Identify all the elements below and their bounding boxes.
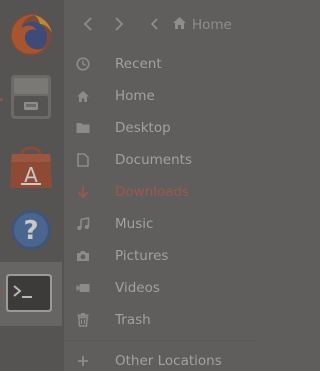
sidebar-item-recent[interactable]: Recent xyxy=(64,49,259,79)
chevron-right-icon xyxy=(114,13,124,34)
sidebar-item-documents[interactable]: Documents xyxy=(64,145,259,175)
dock-item-help[interactable]: ? xyxy=(0,200,64,260)
sidebar-item-label: Downloads xyxy=(115,184,190,200)
chevron-left-icon xyxy=(150,13,159,34)
sidebar-item-videos[interactable]: Videos xyxy=(64,273,259,303)
running-indicator xyxy=(0,98,3,101)
dock-item-terminal[interactable] xyxy=(0,264,64,324)
shopping-bag-icon: A xyxy=(8,142,54,194)
path-home-label: Home xyxy=(192,17,232,33)
sidebar-item-downloads[interactable]: Downloads xyxy=(64,177,259,207)
firefox-icon xyxy=(8,12,54,62)
svg-text:?: ? xyxy=(23,216,38,246)
places-sidebar: Recent Home Desktop Documents Downloads xyxy=(64,48,259,371)
sidebar-item-label: Desktop xyxy=(115,120,171,136)
download-arrow-icon xyxy=(73,182,93,202)
path-scroll-left-button[interactable] xyxy=(144,12,166,36)
sidebar-item-other-locations[interactable]: Other Locations xyxy=(64,346,259,371)
sidebar-item-label: Other Locations xyxy=(115,353,222,369)
dock-item-files[interactable] xyxy=(0,68,64,128)
sidebar-item-label: Home xyxy=(115,88,155,104)
sidebar-item-trash[interactable]: Trash xyxy=(64,305,259,335)
sidebar-item-label: Music xyxy=(115,216,154,232)
sidebar-item-label: Documents xyxy=(115,152,192,168)
plus-icon xyxy=(73,351,93,371)
file-cabinet-icon xyxy=(10,74,52,124)
sidebar-item-music[interactable]: Music xyxy=(64,209,259,239)
sidebar-item-pictures[interactable]: Pictures xyxy=(64,241,259,271)
dock: A ? xyxy=(0,0,64,371)
sidebar-item-label: Pictures xyxy=(115,248,169,264)
dock-item-firefox[interactable] xyxy=(0,4,64,64)
video-camera-icon xyxy=(73,278,93,298)
headerbar: Home xyxy=(64,0,259,48)
back-button[interactable] xyxy=(77,12,99,36)
sidebar-item-desktop[interactable]: Desktop xyxy=(64,113,259,143)
trash-icon xyxy=(73,310,93,330)
camera-icon xyxy=(73,246,93,266)
music-note-icon xyxy=(73,214,93,234)
help-icon: ? xyxy=(10,209,52,255)
running-indicator xyxy=(0,291,3,294)
sidebar-item-home[interactable]: Home xyxy=(64,81,259,111)
sidebar-separator xyxy=(64,340,259,341)
chevron-left-icon xyxy=(83,13,93,34)
sidebar-item-label: Videos xyxy=(115,280,160,296)
screen: A ? Home Recent Home Desktop Documents D… xyxy=(0,0,259,371)
path-bar-home-button[interactable]: Home xyxy=(172,12,232,38)
folder-icon xyxy=(73,118,93,138)
sidebar-item-label: Recent xyxy=(115,56,162,72)
terminal-icon xyxy=(6,274,52,316)
sidebar-item-label: Trash xyxy=(115,312,151,328)
clock-icon xyxy=(73,54,93,74)
home-icon xyxy=(73,86,93,106)
document-icon xyxy=(73,150,93,170)
forward-button[interactable] xyxy=(108,12,130,36)
home-icon xyxy=(172,16,192,34)
dock-item-software[interactable]: A xyxy=(0,136,64,196)
